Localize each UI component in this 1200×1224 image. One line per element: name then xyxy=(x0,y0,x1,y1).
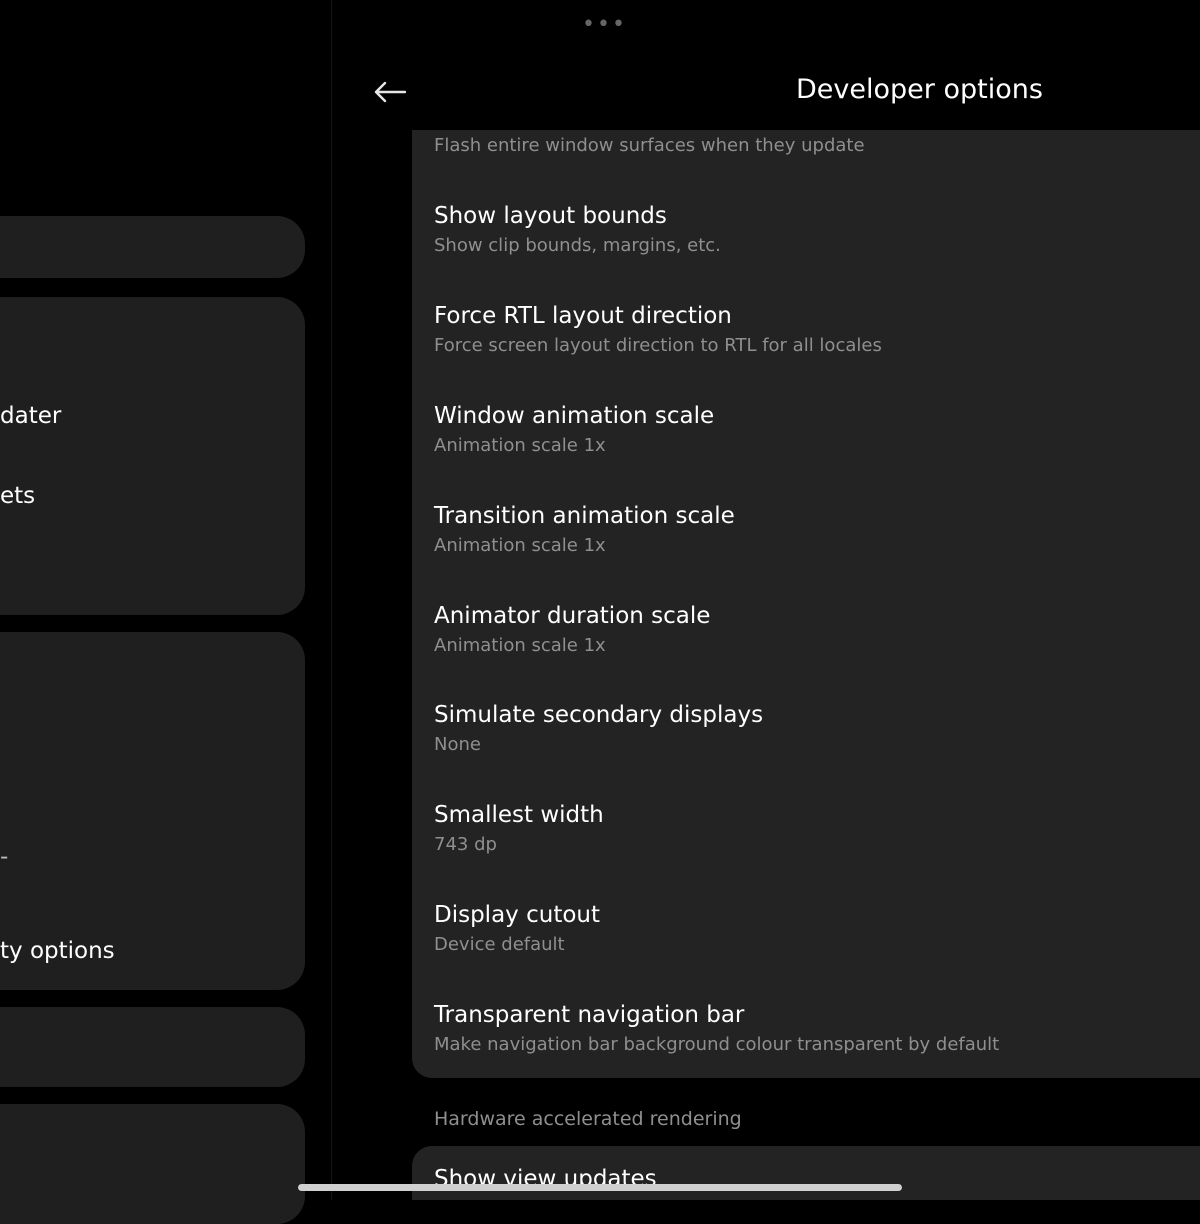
setting-subtitle: Animation scale 1x xyxy=(434,435,606,456)
left-search-card[interactable] xyxy=(0,216,305,278)
setting-row-window-animation-scale[interactable]: Window animation scale Animation scale 1… xyxy=(434,401,1200,461)
setting-subtitle: Animation scale 1x xyxy=(434,535,606,556)
setting-title: Smallest width xyxy=(434,802,604,828)
settings-card: Flash entire window surfaces when they u… xyxy=(412,100,1200,1078)
setting-subtitle: Force screen layout direction to RTL for… xyxy=(434,335,882,356)
setting-row-display-cutout[interactable]: Display cutout Device default xyxy=(434,900,1200,960)
setting-subtitle: Device default xyxy=(434,934,565,955)
left-card-1: dater ets xyxy=(0,297,305,615)
left-settings-pane: dater ets - ty options xyxy=(0,0,332,1224)
home-indicator[interactable] xyxy=(298,1184,902,1191)
left-card-4[interactable] xyxy=(0,1104,305,1224)
section-header-hardware-rendering: Hardware accelerated rendering xyxy=(434,1108,742,1130)
setting-title: Animator duration scale xyxy=(434,603,711,629)
left-item-updater[interactable]: dater xyxy=(0,403,61,429)
setting-title: Show layout bounds xyxy=(434,203,667,229)
setting-row-show-layout-bounds[interactable]: Show layout bounds Show clip bounds, mar… xyxy=(434,201,1200,261)
setting-title: Simulate secondary displays xyxy=(434,702,764,728)
page-title: Developer options xyxy=(796,74,1043,105)
setting-title: Transition animation scale xyxy=(434,503,735,529)
setting-title: Force RTL layout direction xyxy=(434,303,732,329)
back-button[interactable] xyxy=(368,70,412,114)
setting-title: Transparent navigation bar xyxy=(434,1002,745,1028)
setting-subtitle: None xyxy=(434,734,481,755)
arrow-left-icon xyxy=(374,81,407,103)
setting-subtitle: Animation scale 1x xyxy=(434,635,606,656)
setting-title: Window animation scale xyxy=(434,403,715,429)
left-card-3[interactable] xyxy=(0,1007,305,1087)
top-app-bar: ••• Developer options xyxy=(332,0,1200,130)
setting-title: Display cutout xyxy=(434,902,600,928)
drag-handle[interactable]: ••• xyxy=(582,14,627,36)
setting-row-transition-animation-scale[interactable]: Transition animation scale Animation sca… xyxy=(434,501,1200,561)
setting-subtitle: Make navigation bar background colour tr… xyxy=(434,1034,1000,1055)
left-item-fragment[interactable]: - xyxy=(0,844,8,870)
left-item-widgets[interactable]: ets xyxy=(0,483,35,509)
settings-card-hardware: Show view updates xyxy=(412,1146,1200,1200)
setting-row-transparent-navigation-bar[interactable]: Transparent navigation bar Make navigati… xyxy=(434,1000,1200,1060)
setting-row-smallest-width[interactable]: Smallest width 743 dp xyxy=(434,800,1200,860)
setting-subtitle: 743 dp xyxy=(434,834,497,855)
left-card-2: - ty options xyxy=(0,632,305,990)
setting-row-flash-surface-updates[interactable]: Flash entire window surfaces when they u… xyxy=(434,131,1200,161)
setting-subtitle: Show clip bounds, margins, etc. xyxy=(434,235,721,256)
setting-row-animator-duration-scale[interactable]: Animator duration scale Animation scale … xyxy=(434,601,1200,661)
left-item-accessibility-options[interactable]: ty options xyxy=(0,938,115,964)
developer-options-pane: Flash entire window surfaces when they u… xyxy=(332,0,1200,1200)
setting-subtitle: Flash entire window surfaces when they u… xyxy=(434,135,865,156)
setting-row-force-rtl[interactable]: Force RTL layout direction Force screen … xyxy=(434,301,1200,361)
setting-row-simulate-secondary-displays[interactable]: Simulate secondary displays None xyxy=(434,700,1200,760)
